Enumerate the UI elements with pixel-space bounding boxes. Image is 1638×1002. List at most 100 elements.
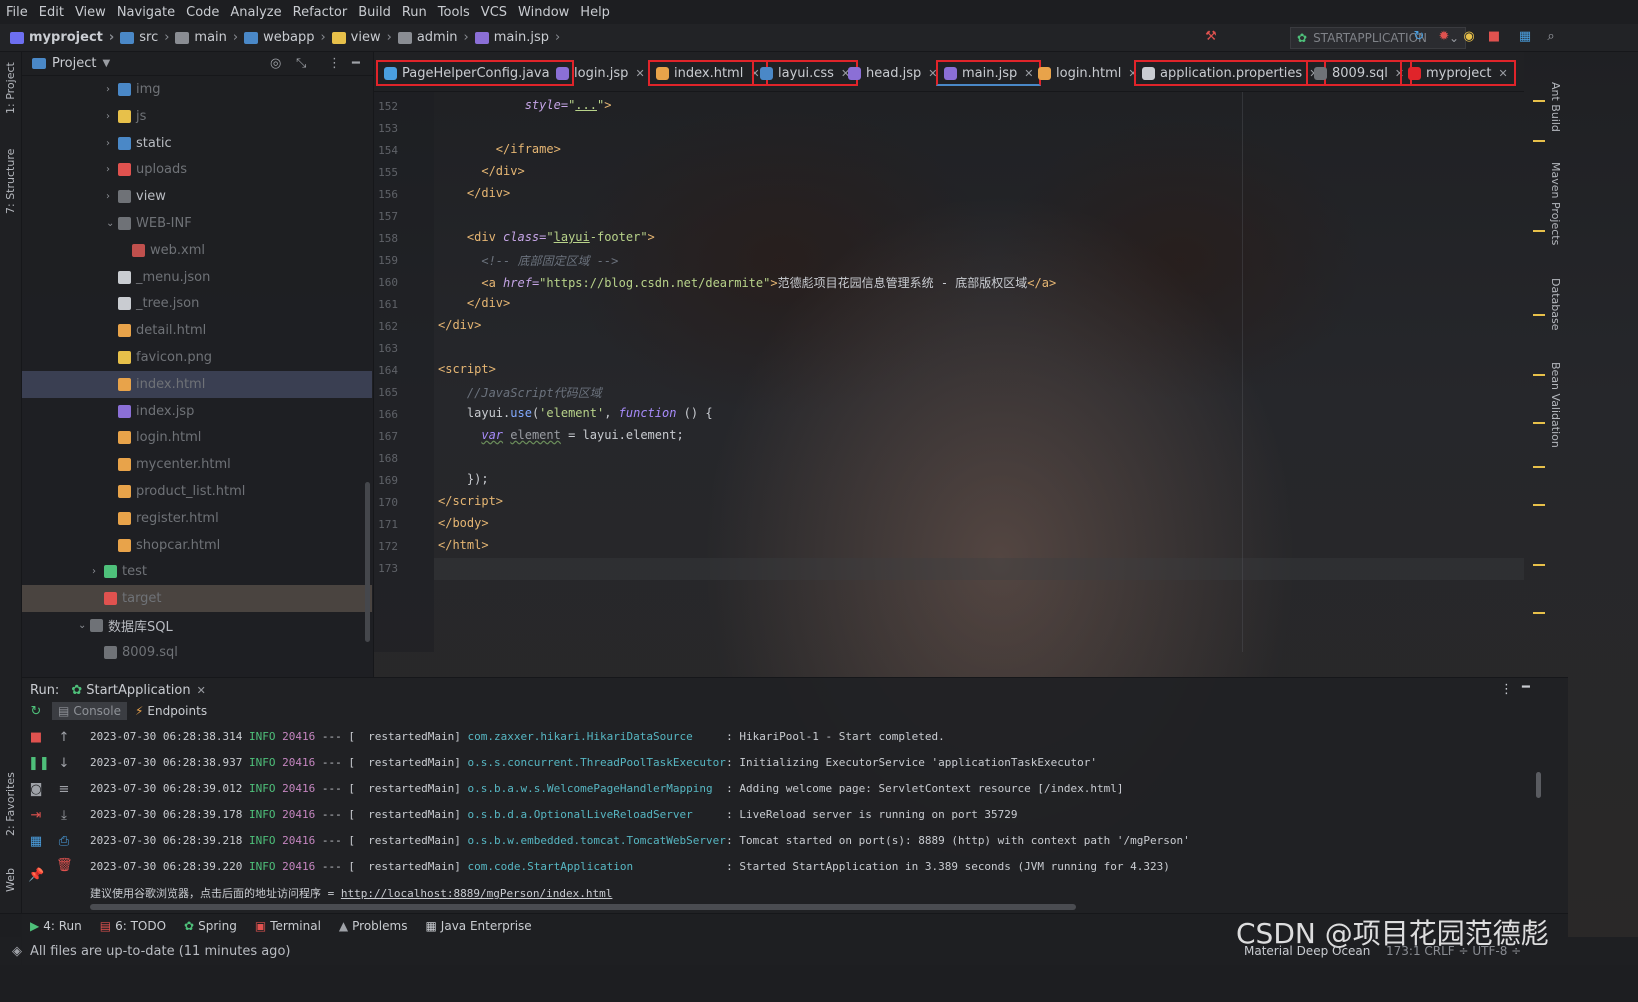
chevron-down-icon[interactable]: ▼ [102, 58, 110, 69]
target-icon[interactable]: ◎ [270, 56, 281, 71]
hammer-icon[interactable]: ⚒ [1204, 30, 1218, 44]
soft-wrap-icon[interactable]: ≡ [56, 782, 72, 798]
search-icon[interactable]: ⌕ [1544, 30, 1558, 44]
menu-item-refactor[interactable]: Refactor [293, 5, 348, 20]
tree-item[interactable]: index.jsp [22, 398, 372, 425]
breadcrumb-item[interactable]: main.jsp › [474, 30, 560, 45]
tree-item[interactable]: ⌄ 数据库SQL [22, 612, 372, 639]
tree-item[interactable]: shopcar.html [22, 532, 372, 559]
endpoints-tab[interactable]: ⚡ Endpoints [129, 702, 213, 720]
bottom-tool-2[interactable]: ✿ Spring [184, 919, 237, 933]
editor-tab[interactable]: 8009.sql ✕ [1306, 60, 1413, 86]
console-scrollbar[interactable] [90, 904, 1076, 910]
scroll-to-end-icon[interactable]: ⤓ [56, 808, 72, 824]
breadcrumb-item[interactable]: admin › [397, 30, 469, 45]
menu-item-vcs[interactable]: VCS [481, 5, 507, 20]
tree-item[interactable]: › js [22, 103, 372, 130]
menu-item-view[interactable]: View [75, 5, 106, 20]
tree-item[interactable]: › uploads [22, 156, 372, 183]
project-title[interactable]: Project [52, 56, 96, 71]
menu-item-analyze[interactable]: Analyze [230, 5, 281, 20]
warning-marker[interactable] [1533, 422, 1545, 424]
editor-tab[interactable]: login.html ✕ [1032, 60, 1144, 86]
tree-item[interactable]: index.html [22, 370, 372, 398]
warning-marker[interactable] [1533, 612, 1545, 614]
menu-item-code[interactable]: Code [186, 5, 219, 20]
menu-item-run[interactable]: Run [402, 5, 427, 20]
breadcrumb-item[interactable]: myproject › [10, 30, 114, 45]
editor-tab[interactable]: head.jsp ✕ [842, 60, 943, 86]
expand-arrow-icon[interactable]: › [106, 84, 118, 95]
print-icon[interactable]: ⎙ [56, 834, 72, 850]
menu-item-build[interactable]: Build [358, 5, 391, 20]
debug-icon[interactable]: ✹ [1437, 30, 1451, 44]
warning-marker[interactable] [1533, 140, 1545, 142]
hint-link[interactable]: http://localhost:8889/mgPerson/index.htm… [341, 887, 613, 900]
close-icon[interactable]: ✕ [1498, 67, 1507, 80]
tree-item[interactable]: › view [22, 183, 372, 210]
warning-marker[interactable] [1533, 100, 1545, 102]
tree-item[interactable]: register.html [22, 505, 372, 532]
warning-marker[interactable] [1533, 374, 1545, 376]
bottom-tool-3[interactable]: ▣ Terminal [255, 919, 321, 933]
theme-name[interactable]: Material Deep Ocean [1244, 944, 1370, 958]
warning-marker[interactable] [1533, 504, 1545, 506]
trash-icon[interactable]: 🗑 [56, 858, 73, 874]
expand-arrow-icon[interactable]: › [92, 566, 104, 577]
hide-icon[interactable]: ━ [352, 56, 360, 71]
tree-item[interactable]: _menu.json [22, 264, 372, 291]
exit-icon[interactable]: ⇥ [28, 808, 44, 824]
expand-arrow-icon[interactable]: › [106, 164, 118, 175]
structure-grid-icon[interactable]: ▦ [1518, 30, 1532, 44]
web-tool-tab[interactable]: Web [4, 868, 17, 892]
menu-item-tools[interactable]: Tools [438, 5, 470, 20]
coverage-icon[interactable]: ◉ [1462, 30, 1476, 44]
tree-item[interactable]: _tree.json [22, 290, 372, 317]
collapse-icon[interactable]: ⤡ [296, 56, 306, 71]
tree-item[interactable]: ⌄ WEB-INF [22, 210, 372, 237]
close-icon[interactable]: ✕ [635, 67, 644, 80]
editor-tab[interactable]: application.properties✕ [1134, 60, 1327, 86]
expand-arrow-icon[interactable]: › [106, 191, 118, 202]
camera-icon[interactable]: ◙ [28, 782, 44, 798]
breadcrumb-item[interactable]: main › [175, 30, 238, 45]
expand-arrow-icon[interactable]: ⌄ [106, 218, 118, 229]
project-tool-tab[interactable]: 1: Project [4, 62, 17, 114]
breadcrumb-item[interactable]: view › [331, 30, 392, 45]
expand-arrow-icon[interactable]: › [106, 138, 118, 149]
editor-tab[interactable]: login.jsp ✕ [550, 60, 651, 86]
project-scrollbar[interactable] [365, 482, 370, 642]
tree-item[interactable]: detail.html [22, 317, 372, 344]
cursor-position[interactable]: 173:1 CRLF ÷ UTF-8 ÷ [1386, 944, 1521, 958]
tree-item[interactable]: login.html [22, 424, 372, 451]
warning-marker[interactable] [1533, 564, 1545, 566]
console-vscrollbar[interactable] [1536, 772, 1541, 798]
menu-item-help[interactable]: Help [580, 5, 610, 20]
bottom-tool-0[interactable]: ▶ 4: Run [30, 919, 82, 933]
layout-icon[interactable]: ▦ [28, 834, 44, 850]
editor-tab[interactable]: main.jsp ✕ [936, 60, 1042, 86]
warning-marker[interactable] [1533, 230, 1545, 232]
breadcrumb-item[interactable]: webapp › [244, 30, 326, 45]
hide-icon[interactable]: ━ [1522, 680, 1530, 695]
favorites-tool-tab[interactable]: 2: Favorites [4, 772, 17, 836]
database-tool-tab[interactable]: Database [1549, 278, 1562, 331]
tree-item[interactable]: 8009.sql [22, 639, 372, 666]
stop-icon[interactable]: ■ [1487, 30, 1501, 44]
tree-item[interactable]: › static [22, 130, 372, 157]
tree-item[interactable]: web.xml [22, 237, 372, 264]
editor-tab[interactable]: PageHelperConfig.java✕ [376, 60, 574, 86]
menu-item-navigate[interactable]: Navigate [117, 5, 175, 20]
tree-item[interactable]: target [22, 585, 372, 613]
more-options-icon[interactable]: ⋮ [1500, 682, 1513, 697]
stop-icon[interactable]: ■ [28, 730, 44, 746]
pin-icon[interactable]: 📌 [28, 868, 44, 884]
close-icon[interactable]: ✕ [197, 684, 206, 697]
bottom-tool-5[interactable]: ▦ Java Enterprise [425, 919, 531, 933]
menu-item-window[interactable]: Window [518, 5, 569, 20]
editor-tab[interactable]: index.html ✕ [648, 60, 768, 86]
arrow-down-icon[interactable]: ↓ [56, 756, 72, 772]
maven-tool-tab[interactable]: Maven Projects [1549, 162, 1562, 245]
more-options-icon[interactable]: ⋮ [328, 56, 341, 71]
warning-marker[interactable] [1533, 314, 1545, 316]
